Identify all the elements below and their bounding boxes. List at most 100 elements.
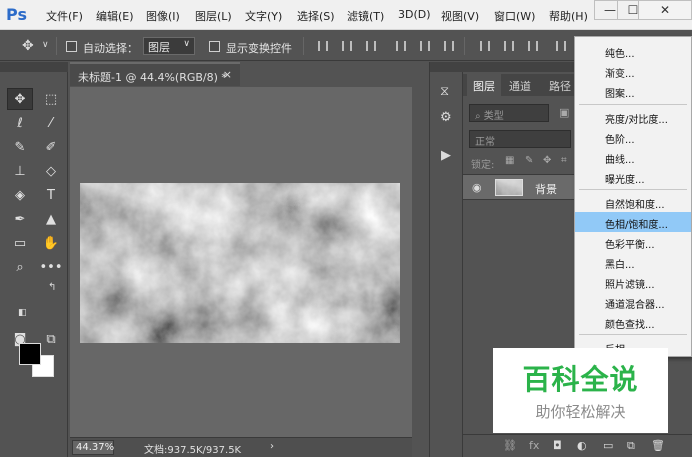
more-tools-icon[interactable]: •••: [38, 256, 64, 278]
align-left-icon[interactable]: [396, 41, 406, 51]
menu-image[interactable]: 图像(I): [146, 8, 180, 24]
document-tab[interactable]: 未标题-1 @ 44.4%(RGB/8) * ×: [70, 62, 240, 86]
mini-panel-header[interactable]: [430, 62, 464, 72]
menu-layer[interactable]: 图层(L): [195, 8, 232, 24]
distribute-left-icon[interactable]: [556, 41, 566, 51]
auto-select-value: 图层: [148, 41, 170, 54]
menu-item-black-white[interactable]: 黑白...: [575, 252, 691, 272]
lasso-tool-icon[interactable]: ℓ: [7, 112, 33, 134]
foreground-color-swatch[interactable]: [19, 343, 41, 365]
menu-item-photo-filter[interactable]: 照片滤镜...: [575, 272, 691, 292]
screen-mode-icon[interactable]: ⧉: [38, 328, 64, 350]
marquee-tool-icon[interactable]: ⬚: [38, 88, 64, 110]
zoom-tool-icon[interactable]: ⌕: [7, 256, 33, 278]
move-tool-icon[interactable]: ✥: [7, 88, 33, 110]
tab-paths[interactable]: 路径: [543, 74, 577, 96]
move-tool-icon[interactable]: ✥: [22, 38, 34, 54]
swap-colors-icon[interactable]: ↰: [48, 282, 56, 293]
type-tool-icon[interactable]: T: [38, 184, 64, 206]
lock-transparent-icon[interactable]: ▦: [505, 155, 514, 166]
cloud-image[interactable]: [80, 183, 400, 343]
auto-select-dropdown[interactable]: 图层 ∨: [143, 37, 195, 55]
default-colors-icon[interactable]: ◧: [18, 308, 27, 318]
show-transform-checkbox[interactable]: [209, 41, 220, 52]
rectangle-tool-icon[interactable]: ▭: [7, 232, 33, 254]
tools-panel-header[interactable]: [0, 62, 68, 72]
fx-icon[interactable]: fx: [529, 439, 539, 452]
menu-item-exposure[interactable]: 曝光度...: [575, 167, 691, 187]
menu-item-channel-mixer[interactable]: 通道混合器...: [575, 292, 691, 312]
close-button[interactable]: ✕: [638, 0, 692, 20]
lock-position-icon[interactable]: ✥: [543, 155, 551, 166]
distribute-bottom-icon[interactable]: [528, 41, 538, 51]
actions-play-icon[interactable]: ▶: [441, 148, 451, 163]
menu-type[interactable]: 文字(Y): [245, 8, 282, 24]
stamp-tool-icon[interactable]: ⊥: [7, 160, 33, 182]
new-layer-icon[interactable]: ⧉: [627, 439, 635, 453]
menu-item-color-balance[interactable]: 色彩平衡...: [575, 232, 691, 252]
delete-layer-icon[interactable]: 🗑: [651, 439, 665, 452]
history-icon[interactable]: ⧖: [440, 84, 449, 99]
menu-select[interactable]: 选择(S): [297, 8, 335, 24]
menu-filter[interactable]: 滤镜(T): [347, 8, 384, 24]
align-hcenter-icon[interactable]: [420, 41, 430, 51]
menu-item-brightness-contrast[interactable]: 亮度/对比度...: [575, 107, 691, 127]
align-bottom-icon[interactable]: [366, 41, 376, 51]
tab-channels[interactable]: 通道: [503, 74, 537, 96]
lock-artboard-icon[interactable]: ⌗: [561, 155, 567, 166]
menu-divider: [579, 189, 687, 190]
add-mask-icon[interactable]: ◘: [553, 439, 562, 452]
menu-edit[interactable]: 编辑(E): [96, 8, 134, 24]
align-vcenter-icon[interactable]: [342, 41, 352, 51]
image-filter-icon[interactable]: ▣: [559, 106, 569, 119]
align-right-icon[interactable]: [444, 41, 454, 51]
layer-name: 背景: [535, 183, 557, 196]
blend-mode-dropdown[interactable]: 正常: [469, 130, 571, 148]
link-layers-icon[interactable]: ⛓: [503, 439, 517, 452]
align-top-icon[interactable]: [318, 41, 328, 51]
menu-item-hue-saturation[interactable]: 色相/饱和度...: [575, 212, 691, 232]
menu-item-color-lookup[interactable]: 颜色查找...: [575, 312, 691, 332]
chevron-down-icon[interactable]: ∨: [42, 40, 49, 50]
menu-view[interactable]: 视图(V): [441, 8, 479, 24]
menu-help[interactable]: 帮助(H): [549, 8, 588, 24]
menu-item-vibrance[interactable]: 自然饱和度...: [575, 192, 691, 212]
menu-item-pattern[interactable]: 图案...: [575, 81, 691, 101]
menu-item-gradient[interactable]: 渐变...: [575, 61, 691, 81]
tab-layers[interactable]: 图层: [467, 74, 501, 96]
magic-wand-tool-icon[interactable]: ⁄: [38, 112, 64, 134]
collapsed-panel-dock: ⧖ ⚙ ▶: [429, 62, 464, 457]
menu-file[interactable]: 文件(F): [46, 8, 83, 24]
search-icon: ⌕: [475, 111, 481, 122]
menu-item-curves[interactable]: 曲线...: [575, 147, 691, 167]
eraser-tool-icon[interactable]: ◇: [38, 160, 64, 182]
zoom-field[interactable]: 44.37%: [72, 440, 114, 455]
layers-footer: ⛓ fx ◘ ◐ ▭ ⧉ 🗑: [463, 434, 692, 457]
status-arrow-icon[interactable]: ›: [270, 441, 274, 452]
close-tab-icon[interactable]: ×: [223, 68, 232, 81]
bucket-tool-icon[interactable]: ◈: [7, 184, 33, 206]
menu-bar: Ps 文件(F) 编辑(E) 图像(I) 图层(L) 文字(Y) 选择(S) 滤…: [0, 0, 692, 30]
lock-pixels-icon[interactable]: ✎: [525, 155, 533, 166]
brush-tool-icon[interactable]: ✐: [38, 136, 64, 158]
new-group-icon[interactable]: ▭: [603, 439, 613, 452]
path-select-tool-icon[interactable]: ▲: [38, 208, 64, 230]
eye-icon[interactable]: ◉: [472, 181, 482, 194]
layer-filter-dropdown[interactable]: ⌕ 类型: [469, 104, 549, 122]
hand-tool-icon[interactable]: ✋: [38, 232, 64, 254]
properties-icon[interactable]: ⚙: [440, 110, 452, 125]
menu-item-solid-color[interactable]: 纯色...: [575, 41, 691, 61]
menu-3d[interactable]: 3D(D): [398, 8, 431, 21]
auto-select-checkbox[interactable]: [66, 41, 77, 52]
menu-item-levels[interactable]: 色阶...: [575, 127, 691, 147]
distribute-vcenter-icon[interactable]: [504, 41, 514, 51]
document-info: 文档:937.5K/937.5K: [144, 445, 242, 456]
adjustment-layer-icon[interactable]: ◐: [577, 439, 587, 452]
eyedropper-tool-icon[interactable]: ✎: [7, 136, 33, 158]
menu-window[interactable]: 窗口(W): [494, 8, 535, 24]
filter-kind-label: 类型: [483, 111, 504, 122]
pen-tool-icon[interactable]: ✒: [7, 208, 33, 230]
ps-logo: Ps: [6, 5, 27, 24]
chevron-down-icon: ∨: [183, 39, 190, 49]
distribute-top-icon[interactable]: [480, 41, 490, 51]
